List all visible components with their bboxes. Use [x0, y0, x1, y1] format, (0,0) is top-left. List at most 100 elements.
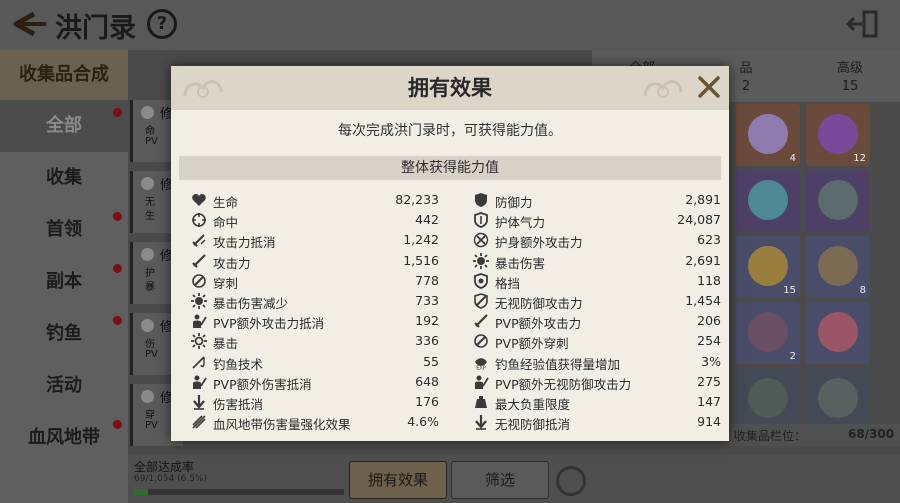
pierce-icon [474, 334, 488, 349]
sidebar-item-label: 全部 [46, 115, 82, 136]
collectible-item-slot[interactable] [806, 368, 870, 430]
slot-value: 68/300 [848, 427, 895, 441]
stat-value: 778 [415, 272, 439, 288]
stat-name: 攻击力抵消 [213, 235, 276, 251]
filter-button[interactable]: 筛选 [451, 461, 549, 499]
select-circle-icon[interactable] [141, 177, 154, 190]
stat-row: PVP额外无视防御攻击力 275 [473, 372, 721, 392]
collectible-item-slot[interactable] [736, 368, 800, 430]
modal-title: 拥有效果 [408, 76, 492, 100]
stat-row: 钓鱼技术 55 [191, 352, 439, 372]
sword-icon [474, 314, 488, 328]
sidebar-item[interactable]: 收集 [0, 152, 128, 204]
list-item-stat: 穿 [145, 410, 155, 421]
stat-row: PVP额外伤害抵消 648 [191, 372, 439, 392]
select-circle-icon[interactable] [141, 106, 154, 119]
collectible-item-slot[interactable] [806, 170, 870, 232]
stat-row: 伤害抵消 176 [191, 392, 439, 412]
slot-counter: 收集品栏位： 68/300 [730, 424, 900, 446]
collectible-item-slot[interactable] [736, 170, 800, 232]
stat-value: 3% [701, 353, 721, 369]
stat-name: 暴击伤害 [495, 255, 546, 271]
notification-dot [113, 108, 122, 117]
sidebar-item[interactable]: 首领 [0, 204, 128, 256]
exp-fish-icon: EXP [475, 357, 487, 370]
notification-dot [113, 420, 122, 429]
close-icon[interactable] [693, 71, 725, 103]
select-circle-icon[interactable] [141, 390, 154, 403]
collectible-item-icon [748, 312, 788, 352]
stats-column-left: 生命 82,233 命中 442 攻击力抵消 1,242 攻击力 1,516 穿… [191, 190, 439, 432]
gear-burst-icon [473, 252, 489, 269]
item-count: 12 [853, 153, 866, 164]
back-arrow-icon[interactable] [8, 10, 48, 38]
pierce-icon [192, 273, 206, 288]
stat-value: 1,516 [403, 252, 439, 268]
collectible-item-slot[interactable]: 8 [806, 236, 870, 298]
stat-name: 护身额外攻击力 [495, 235, 583, 251]
stat-value: 176 [415, 393, 439, 409]
stat-name: 钓鱼技术 [213, 356, 264, 372]
collectible-item-icon [748, 180, 788, 220]
collectible-item-icon [818, 312, 858, 352]
stat-name: 伤害抵消 [213, 396, 264, 412]
collectible-item-slot[interactable]: 15 [736, 236, 800, 298]
sidebar-item[interactable]: 钓鱼 [0, 308, 128, 360]
select-circle-icon[interactable] [141, 248, 154, 261]
notification-dot [113, 212, 122, 221]
stat-name: 穿刺 [213, 275, 239, 291]
stat-name: PVP额外无视防御攻击力 [495, 376, 632, 392]
stat-name: 暴击伤害减少 [213, 295, 289, 311]
stat-value: 55 [423, 353, 439, 369]
aura-shield-icon [474, 212, 488, 229]
gear-burst-icon [191, 292, 207, 309]
select-circle-icon[interactable] [141, 319, 154, 332]
stat-value: 118 [697, 272, 721, 288]
section-title: 整体获得能力值 [179, 156, 721, 180]
list-item-stat: 无 [145, 197, 155, 208]
completion-progress-bar [134, 489, 344, 495]
stat-name: 无视防御攻击力 [495, 295, 583, 311]
refresh-icon[interactable] [556, 466, 586, 496]
stat-name: 防御力 [495, 195, 533, 210]
stat-name: 钓鱼经验值获得量增加 [495, 356, 621, 372]
sidebar-heading[interactable]: 收集品合成 [0, 50, 128, 100]
stat-row: EXP 钓鱼经验值获得量增加 3% [473, 352, 721, 372]
collectible-item-icon [818, 180, 858, 220]
modal-description: 每次完成洪门录时，可获得能力值。 [338, 123, 562, 139]
stat-row: PVP额外攻击力 206 [473, 311, 721, 331]
notification-dot [113, 264, 122, 273]
collectible-item-slot[interactable]: 4 [736, 104, 800, 166]
collectible-item-slot[interactable] [806, 302, 870, 364]
list-item-stat: PV [145, 420, 158, 431]
tab-count: 15 [841, 79, 859, 94]
sidebar-item[interactable]: 全部 [0, 100, 128, 152]
grade-tab[interactable]: 高级 15 [800, 50, 900, 102]
item-count: 2 [789, 351, 796, 362]
collectible-item-icon [748, 246, 788, 286]
owned-effects-button[interactable]: 拥有效果 [349, 461, 447, 499]
bloodwind-icon [192, 415, 206, 429]
stat-name: 生命 [213, 195, 239, 210]
list-item-stat: PV [145, 136, 158, 147]
stats-column-right: 防御力 2,891 护体气力 24,087 护身额外攻击力 623 暴击伤害 2… [473, 190, 721, 432]
stat-name: 护体气力 [495, 215, 546, 231]
stat-name: 血风地带伤害量强化效果 [213, 417, 351, 433]
help-icon[interactable]: ? [147, 9, 177, 39]
pvp-figure-icon [475, 375, 489, 389]
sidebar-item[interactable]: 副本 [0, 256, 128, 308]
down-arrow-icon [475, 415, 487, 430]
sidebar-item[interactable]: 活动 [0, 360, 128, 412]
stat-row: 防御力 2,891 [473, 190, 721, 210]
collectible-item-slot[interactable]: 2 [736, 302, 800, 364]
stat-row: 护身额外攻击力 623 [473, 230, 721, 250]
list-item-stat: 命 [145, 126, 155, 137]
pvp-figure-icon [193, 314, 207, 329]
stat-value: 2,891 [685, 192, 721, 207]
completion-progress-fill [134, 489, 148, 495]
stat-name: 暴击 [213, 336, 239, 352]
sidebar-item[interactable]: 血风地带 [0, 412, 128, 464]
item-count: 15 [783, 285, 796, 296]
collectible-item-slot[interactable]: 12 [806, 104, 870, 166]
exit-icon[interactable] [846, 10, 878, 38]
